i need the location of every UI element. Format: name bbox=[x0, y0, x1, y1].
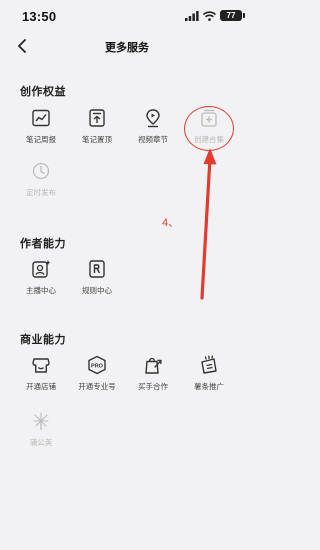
rules-center-icon bbox=[86, 258, 108, 280]
status-time: 13:50 bbox=[22, 9, 57, 24]
service-item-dandelion[interactable]: 蒲公英 bbox=[13, 410, 69, 448]
dandelion-icon bbox=[30, 410, 52, 432]
service-item-label: 主播中心 bbox=[26, 286, 56, 295]
highlight-circle bbox=[184, 106, 234, 151]
service-item-rules-center[interactable]: 规则中心 bbox=[69, 258, 125, 296]
pin-top-icon bbox=[86, 107, 108, 129]
section-title-author-abilities: 作者能力 bbox=[20, 238, 66, 250]
store-icon bbox=[30, 354, 52, 376]
svg-text:PRO: PRO bbox=[91, 363, 104, 369]
nav-bar: 更多服务 bbox=[0, 30, 254, 62]
service-item-chips-promotion[interactable]: 薯条推广 bbox=[181, 354, 237, 392]
video-chapter-icon bbox=[142, 107, 164, 129]
section-title-creation-rights: 创作权益 bbox=[20, 86, 66, 98]
signal-icon bbox=[185, 10, 199, 21]
service-item-label: 笔记周报 bbox=[26, 135, 56, 144]
streamer-center-icon bbox=[30, 258, 52, 280]
service-item-streamer-center[interactable]: 主播中心 bbox=[13, 258, 69, 296]
service-item-label: 视频章节 bbox=[138, 135, 168, 144]
service-item-buyer-cooperation[interactable]: 买手合作 bbox=[125, 354, 181, 392]
annotation-step-label: 4、 bbox=[162, 217, 180, 229]
wifi-icon bbox=[203, 10, 216, 21]
section-title-business-abilities: 商业能力 bbox=[20, 334, 66, 346]
service-item-label: 定时发布 bbox=[26, 188, 56, 197]
battery-level: 77 bbox=[226, 11, 236, 20]
service-item-scheduled-publish[interactable]: 定时发布 bbox=[13, 160, 69, 198]
service-item-label: 薯条推广 bbox=[194, 382, 224, 391]
service-item-pin-top[interactable]: 笔记置顶 bbox=[69, 107, 125, 145]
pro-account-icon: PRO bbox=[86, 354, 108, 376]
service-item-label: 买手合作 bbox=[138, 382, 168, 391]
service-item-pro-account[interactable]: PRO 开通专业号 bbox=[69, 354, 125, 392]
service-item-weekly-report[interactable]: 笔记周报 bbox=[13, 107, 69, 145]
service-item-label: 蒲公英 bbox=[29, 438, 53, 447]
service-item-video-chapter[interactable]: 视频章节 bbox=[125, 107, 181, 145]
weekly-report-icon bbox=[30, 107, 52, 129]
service-item-open-store[interactable]: 开通店铺 bbox=[13, 354, 69, 392]
service-item-label: 开通店铺 bbox=[26, 382, 56, 391]
status-icons: 77 bbox=[185, 10, 245, 21]
service-item-label: 开通专业号 bbox=[78, 382, 116, 391]
scheduled-publish-icon bbox=[30, 160, 52, 182]
status-bar: 13:50 77 bbox=[0, 0, 254, 30]
chips-promotion-icon bbox=[198, 354, 220, 376]
page-title: 更多服务 bbox=[105, 42, 149, 54]
battery-icon: 77 bbox=[220, 10, 245, 21]
service-item-label: 笔记置顶 bbox=[82, 135, 112, 144]
service-item-label: 规则中心 bbox=[82, 286, 112, 295]
buyer-cooperation-icon bbox=[142, 354, 164, 376]
